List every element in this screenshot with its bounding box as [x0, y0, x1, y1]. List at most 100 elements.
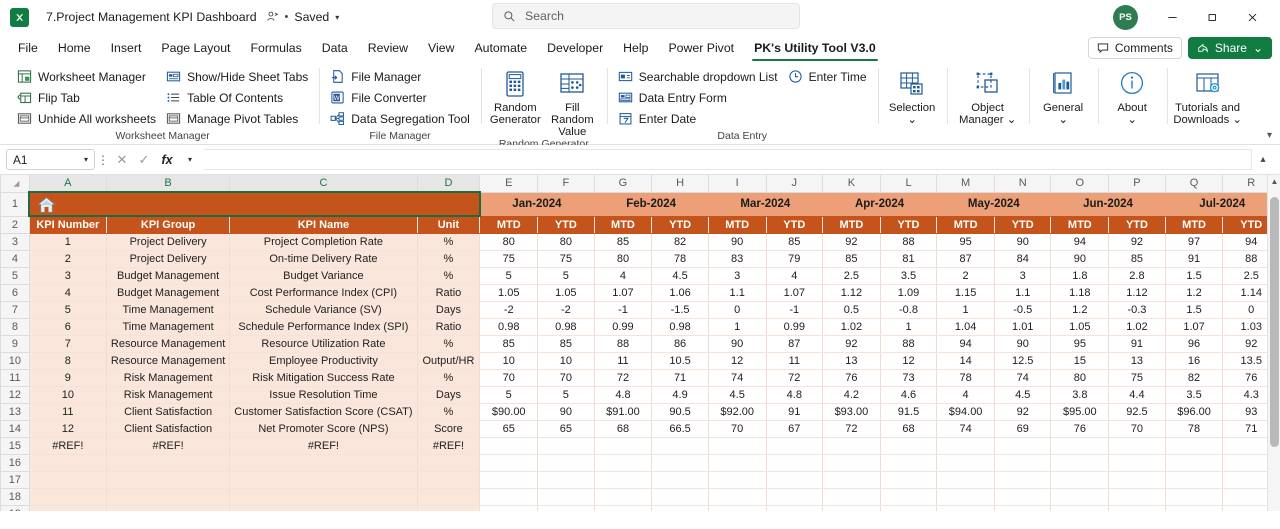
cell-value[interactable]: [880, 488, 938, 506]
cell-value[interactable]: 13: [822, 352, 881, 370]
formula-input[interactable]: [204, 149, 1252, 170]
cell-value[interactable]: [479, 488, 539, 506]
dashboard-banner[interactable]: [28, 191, 481, 217]
cell-value[interactable]: 68: [594, 420, 653, 438]
cell-value[interactable]: 0.98: [479, 318, 539, 336]
cell-value[interactable]: [479, 454, 539, 472]
cell-value[interactable]: 4.9: [651, 386, 709, 404]
formula-bar-expand-chevron-up-icon[interactable]: ▴: [1252, 154, 1274, 165]
cell-value[interactable]: [708, 505, 767, 511]
cell-value[interactable]: 0.99: [766, 318, 823, 336]
cell-kpi-number[interactable]: 4: [29, 284, 107, 302]
cell-value[interactable]: 75: [479, 250, 539, 268]
home-icon[interactable]: [36, 196, 57, 214]
cell-value[interactable]: [936, 488, 996, 506]
cell-value[interactable]: 2: [936, 267, 996, 285]
cell-value[interactable]: -1: [766, 301, 823, 319]
name-box[interactable]: A1 ▾: [6, 149, 95, 170]
cell-value[interactable]: 85: [537, 335, 595, 353]
cell-value[interactable]: 3: [994, 267, 1052, 285]
ribbon-button-label-line2[interactable]: Manager ⌄: [959, 114, 1016, 126]
row-header-10[interactable]: 10: [0, 351, 30, 370]
ribbon-button-tutorials-downloads[interactable]: Tutorials and Downloads ⌄: [1173, 66, 1243, 126]
cell-value[interactable]: 65: [537, 420, 595, 438]
ribbon-item-data-entry-form[interactable]: Data Entry Form: [613, 87, 783, 108]
cell-unit[interactable]: [417, 471, 481, 489]
cell-value[interactable]: 0.99: [594, 318, 653, 336]
cell-value[interactable]: [1108, 471, 1166, 489]
cell-value[interactable]: 74: [936, 420, 996, 438]
cell-value[interactable]: 0.98: [651, 318, 709, 336]
column-header-G[interactable]: G: [593, 175, 653, 193]
cell-value[interactable]: 88: [594, 335, 653, 353]
cell-unit[interactable]: %: [417, 267, 481, 285]
cell-kpi-number[interactable]: 10: [29, 386, 107, 404]
tab-insert[interactable]: Insert: [101, 34, 152, 62]
column-header-C[interactable]: C: [229, 175, 418, 193]
cell-value[interactable]: 15: [1050, 352, 1110, 370]
cell-value[interactable]: 83: [708, 250, 767, 268]
ribbon-button-chevron-down-icon[interactable]: ⌄: [1127, 114, 1136, 126]
cell-value[interactable]: 65: [479, 420, 539, 438]
select-all-corner[interactable]: [0, 175, 30, 193]
cell-kpi-group[interactable]: [106, 505, 231, 511]
cell-value[interactable]: [994, 437, 1052, 455]
cell-value[interactable]: 1.1: [994, 284, 1052, 302]
row-header-16[interactable]: 16: [0, 453, 30, 472]
tab-file[interactable]: File: [8, 34, 48, 62]
cell-value[interactable]: 1.04: [936, 318, 996, 336]
cell-value[interactable]: [1108, 437, 1166, 455]
column-header-I[interactable]: I: [707, 175, 767, 193]
cell-kpi-name[interactable]: [229, 471, 418, 489]
column-header-H[interactable]: H: [651, 175, 709, 193]
column-header-K[interactable]: K: [821, 175, 881, 193]
cell-value[interactable]: 78: [651, 250, 709, 268]
scrollbar-thumb[interactable]: [1270, 197, 1279, 447]
cell-value[interactable]: [880, 454, 938, 472]
confirm-entry-button[interactable]: ✓: [133, 152, 155, 168]
column-header-L[interactable]: L: [879, 175, 938, 193]
cell-kpi-name[interactable]: Customer Satisfaction Score (CSAT): [229, 403, 418, 421]
ribbon-button-general[interactable]: General ⌄: [1035, 66, 1092, 126]
cell-value[interactable]: 91: [1165, 250, 1224, 268]
cell-value[interactable]: 12.5: [994, 352, 1052, 370]
cell-value[interactable]: 88: [880, 335, 938, 353]
cell-value[interactable]: 1.18: [1050, 284, 1110, 302]
cell-value[interactable]: 87: [936, 250, 996, 268]
cell-kpi-number[interactable]: 12: [29, 420, 107, 438]
cell-value[interactable]: [766, 471, 823, 489]
cell-value[interactable]: 67: [766, 420, 823, 438]
cell-value[interactable]: 79: [766, 250, 823, 268]
cell-value[interactable]: [479, 437, 539, 455]
cell-unit[interactable]: %: [417, 369, 481, 387]
cell-value[interactable]: 75: [1108, 369, 1166, 387]
ribbon-button-selection[interactable]: Selection ⌄: [884, 66, 941, 126]
tab-data[interactable]: Data: [312, 34, 358, 62]
cell-kpi-name[interactable]: Schedule Performance Index (SPI): [229, 318, 418, 336]
cell-value[interactable]: [880, 437, 938, 455]
cell-value[interactable]: [651, 505, 709, 511]
cell-value[interactable]: 1.2: [1165, 284, 1224, 302]
cell-value[interactable]: 4: [936, 386, 996, 404]
cell-value[interactable]: 1.01: [994, 318, 1052, 336]
row-header-6[interactable]: 6: [0, 283, 30, 302]
cell-value[interactable]: [822, 471, 881, 489]
cell-unit[interactable]: [417, 488, 481, 506]
cell-kpi-name[interactable]: [229, 505, 418, 511]
cell-value[interactable]: 96: [1165, 335, 1224, 353]
avatar[interactable]: PS: [1113, 4, 1138, 30]
cell-value[interactable]: [766, 488, 823, 506]
cell-value[interactable]: 92: [1108, 233, 1166, 251]
cell-value[interactable]: 70: [1108, 420, 1166, 438]
cell-value[interactable]: 3.5: [1165, 386, 1224, 404]
cell-kpi-number[interactable]: 1: [29, 233, 107, 251]
fx-chevron-down-icon[interactable]: ▾: [179, 155, 201, 164]
cell-kpi-number[interactable]: 2: [29, 250, 107, 268]
cell-value[interactable]: [537, 454, 595, 472]
cell-value[interactable]: 1: [936, 301, 996, 319]
cell-kpi-number[interactable]: 9: [29, 369, 107, 387]
cell-value[interactable]: [479, 471, 539, 489]
cell-value[interactable]: [1165, 505, 1224, 511]
cell-value[interactable]: 92: [822, 233, 881, 251]
cell-value[interactable]: 1.07: [1165, 318, 1224, 336]
